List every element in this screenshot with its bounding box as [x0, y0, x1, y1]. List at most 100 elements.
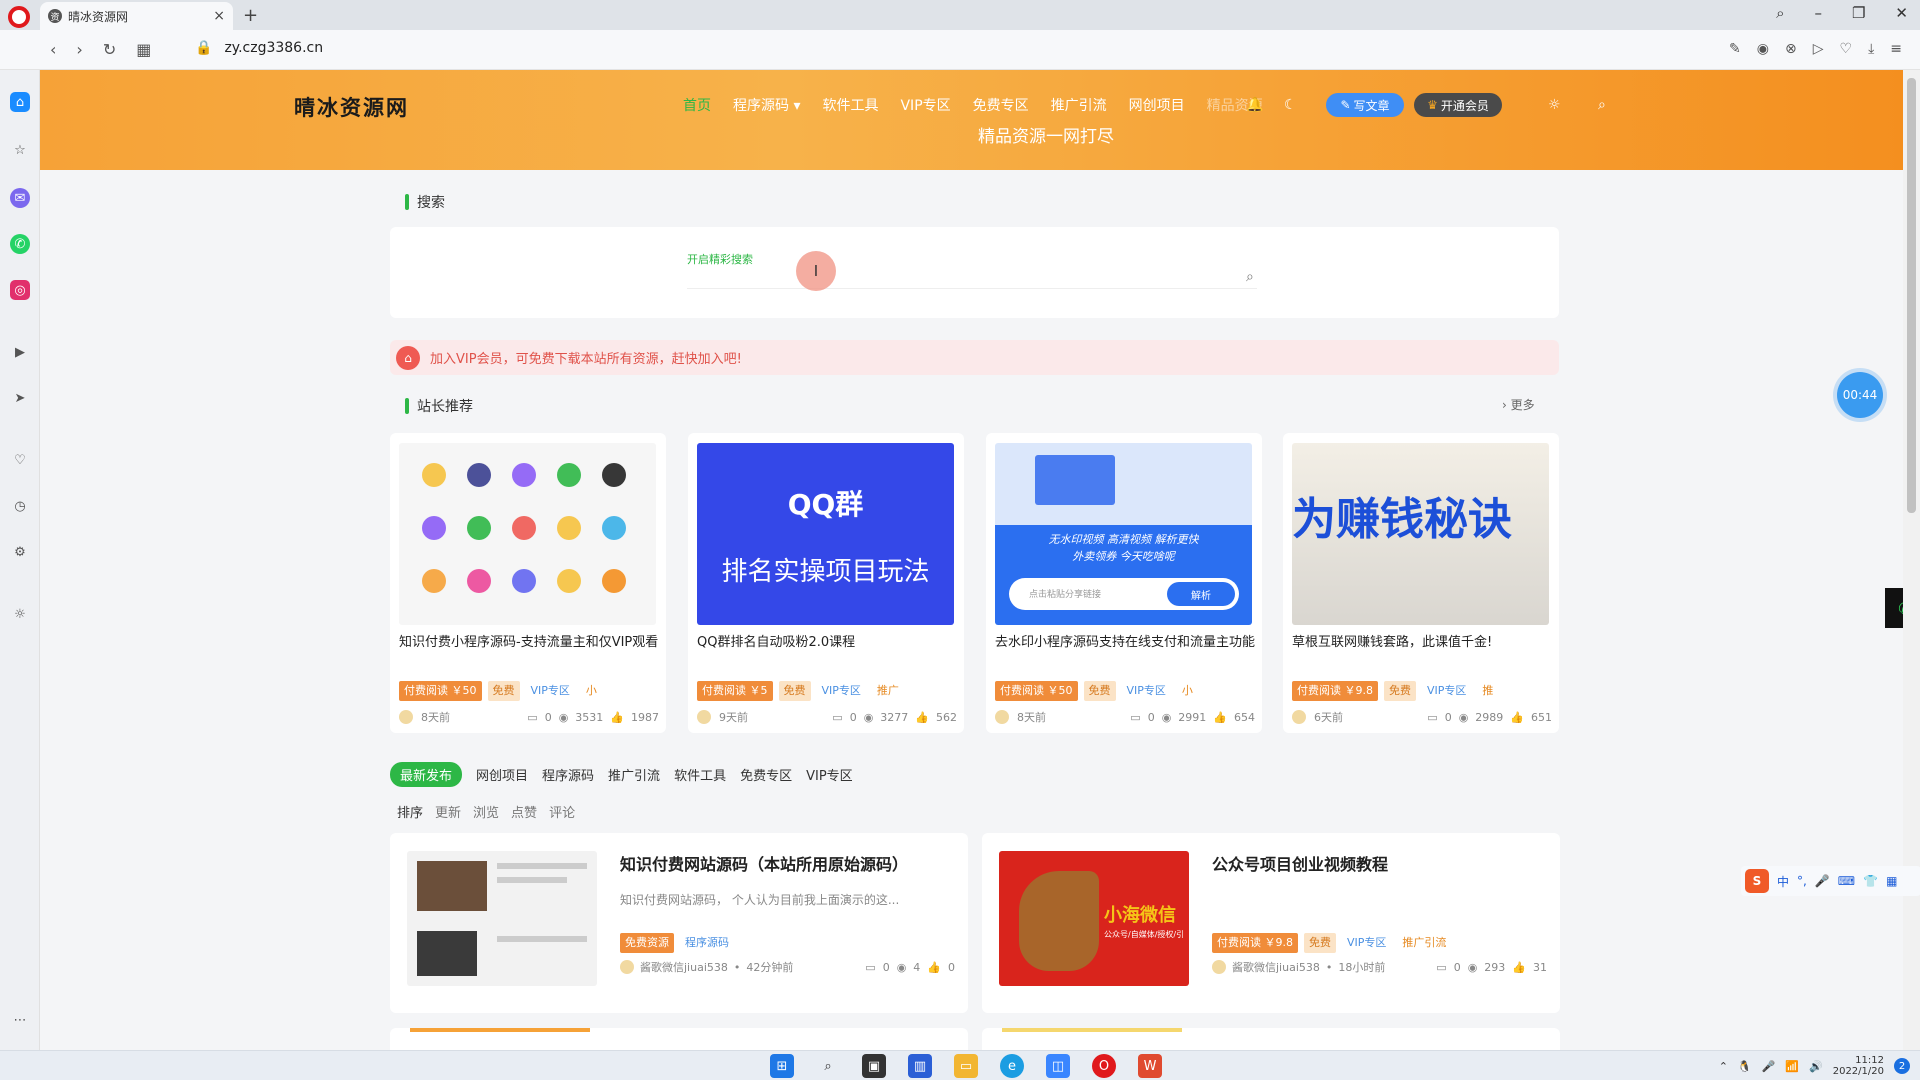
tab-source[interactable]: 程序源码: [542, 765, 594, 784]
category-tag[interactable]: 推: [1477, 681, 1499, 701]
card-title[interactable]: QQ群排名自动吸粉2.0课程: [697, 633, 957, 653]
edit-icon[interactable]: ✎: [1729, 41, 1741, 57]
sogou-ime-icon[interactable]: S: [1745, 869, 1769, 893]
tab-vip[interactable]: VIP专区: [806, 765, 853, 784]
list-title[interactable]: 知识付费网站源码（本站所用原始源码）: [620, 851, 908, 875]
messenger-icon[interactable]: ✉: [10, 188, 30, 208]
vip-tag[interactable]: VIP专区: [1422, 681, 1472, 701]
opera-logo-icon[interactable]: [8, 6, 30, 28]
card-title[interactable]: 知识付费小程序源码-支持流量主和仅VIP观看: [399, 633, 659, 653]
recommend-card[interactable]: 无水印视频 高清视频 解析更快 外卖领券 今天吃啥呢 点击粘贴分享链接 解析 去…: [986, 433, 1262, 733]
recommend-card[interactable]: 为赚钱秘诀 草根互联网赚钱套路，此课值千金! 付费阅读 ￥9.8 免费 VIP专…: [1283, 433, 1559, 733]
nav-free[interactable]: 免费专区: [973, 95, 1029, 115]
whatsapp-icon[interactable]: ✆: [10, 234, 30, 254]
bell-icon[interactable]: 🔔: [1246, 97, 1263, 113]
recording-timer[interactable]: 00:44: [1837, 372, 1883, 418]
moon-icon[interactable]: ☾: [1284, 97, 1297, 113]
list-item-peek[interactable]: [390, 1028, 968, 1050]
free-tag[interactable]: 免费: [778, 681, 811, 701]
widgets-icon[interactable]: ▥: [908, 1054, 932, 1078]
send-sidebar-icon[interactable]: ➤: [10, 388, 30, 408]
avatar[interactable]: [399, 710, 413, 724]
tab-projects[interactable]: 网创项目: [476, 765, 528, 784]
list-item[interactable]: 知识付费网站源码（本站所用原始源码） 知识付费网站源码， 个人认为目前我上面演示…: [390, 833, 968, 1013]
free-tag[interactable]: 免费: [1304, 933, 1336, 953]
tray-mic-icon[interactable]: 🎤: [1762, 1060, 1776, 1073]
paid-tag[interactable]: 付费阅读 ￥5: [697, 681, 773, 701]
wifi-icon[interactable]: 📶: [1785, 1060, 1799, 1073]
source-tag[interactable]: 程序源码: [680, 933, 734, 953]
browser-search-icon[interactable]: ⌕: [1776, 4, 1784, 22]
paid-tag[interactable]: 付费阅读 ￥50: [995, 681, 1078, 701]
url-field[interactable]: 🔒 zy.czg3386.cn: [195, 40, 323, 56]
wechat-float-icon[interactable]: ✆: [1885, 588, 1903, 628]
forward-icon[interactable]: ›: [76, 40, 82, 59]
tray-qq-icon[interactable]: 🐧: [1738, 1060, 1752, 1073]
nav-source[interactable]: 程序源码 ▾: [733, 95, 800, 115]
nav-vip[interactable]: VIP专区: [900, 95, 950, 115]
sort-likes[interactable]: 点赞: [511, 802, 537, 821]
edge-icon[interactable]: e: [1000, 1054, 1024, 1078]
restore-icon[interactable]: ❐: [1852, 4, 1865, 22]
tab-free[interactable]: 免费专区: [740, 765, 792, 784]
new-tab-button[interactable]: +: [243, 5, 258, 26]
heart-icon[interactable]: ♡: [1840, 41, 1853, 57]
tab-close-icon[interactable]: ×: [213, 8, 225, 24]
store-icon[interactable]: ◫: [1046, 1054, 1070, 1078]
avatar[interactable]: [1292, 710, 1306, 724]
recommend-card[interactable]: 知识付费小程序源码-支持流量主和仅VIP观看 付费阅读 ￥50 免费 VIP专区…: [390, 433, 666, 733]
send-icon[interactable]: ▷: [1813, 41, 1824, 57]
settings-icon[interactable]: ⚙: [10, 542, 30, 562]
free-tag[interactable]: 免费: [1083, 681, 1116, 701]
download-icon[interactable]: ⤓: [1868, 41, 1874, 57]
header-search-icon[interactable]: ⌕: [1598, 97, 1606, 113]
tab-tools[interactable]: 软件工具: [674, 765, 726, 784]
paid-tag[interactable]: 付费阅读 ￥9.8: [1212, 933, 1298, 953]
notification-badge[interactable]: 2: [1894, 1058, 1910, 1074]
search-icon[interactable]: ⌕: [1246, 269, 1254, 285]
vip-tag[interactable]: VIP专区: [1342, 933, 1392, 953]
sort-updated[interactable]: 更新: [435, 802, 461, 821]
mic-icon[interactable]: 🎤: [1815, 874, 1830, 888]
open-vip-button[interactable]: ♛ 开通会员: [1414, 93, 1502, 117]
minimize-icon[interactable]: –: [1814, 4, 1822, 22]
card-title[interactable]: 去水印小程序源码支持在线支付和流量主功能: [995, 633, 1255, 653]
nav-home[interactable]: 首页: [683, 95, 711, 115]
author[interactable]: 酱歌微信jiuai538: [640, 959, 728, 975]
idea-icon[interactable]: ☼: [1548, 97, 1561, 113]
star-icon[interactable]: ☆: [10, 140, 30, 160]
start-icon[interactable]: ⊞: [770, 1054, 794, 1078]
scrollbar-thumb[interactable]: [1907, 78, 1916, 513]
more-link[interactable]: › 更多: [1502, 396, 1535, 413]
avatar[interactable]: [620, 960, 634, 974]
search-taskbar-icon[interactable]: ⌕: [816, 1054, 840, 1078]
card-title[interactable]: 草根互联网赚钱套路，此课值千金!: [1292, 633, 1552, 653]
vip-tag[interactable]: VIP专区: [816, 681, 866, 701]
sort-comments[interactable]: 评论: [549, 802, 575, 821]
category-tag[interactable]: 小: [580, 681, 602, 701]
menu-icon[interactable]: ≡: [1890, 41, 1902, 57]
block-icon[interactable]: ⊗: [1785, 41, 1797, 57]
avatar[interactable]: [1212, 960, 1226, 974]
keyboard-icon[interactable]: ⌨: [1838, 874, 1855, 888]
instagram-icon[interactable]: ◎: [10, 280, 30, 300]
file-explorer-icon[interactable]: ▭: [954, 1054, 978, 1078]
home-icon[interactable]: ⌂: [10, 92, 30, 112]
sort-views[interactable]: 浏览: [473, 802, 499, 821]
tab-latest[interactable]: 最新发布: [390, 762, 463, 787]
free-tag[interactable]: 免费: [487, 681, 520, 701]
avatar[interactable]: [995, 710, 1009, 724]
author[interactable]: 酱歌微信jiuai538: [1232, 959, 1320, 975]
close-window-icon[interactable]: ✕: [1895, 4, 1908, 22]
history-icon[interactable]: ◷: [10, 496, 30, 516]
vip-tag[interactable]: VIP专区: [525, 681, 575, 701]
opera-taskbar-icon[interactable]: O: [1092, 1054, 1116, 1078]
paid-tag[interactable]: 付费阅读 ￥9.8: [1292, 681, 1378, 701]
player-icon[interactable]: ▶: [10, 342, 30, 362]
skin-icon[interactable]: 👕: [1863, 874, 1878, 888]
more-icon[interactable]: ⋯: [10, 1010, 30, 1030]
list-title[interactable]: 公众号项目创业视频教程: [1212, 851, 1388, 875]
toolbox-icon[interactable]: ▦: [1886, 874, 1897, 888]
wps-icon[interactable]: W: [1138, 1054, 1162, 1078]
clock[interactable]: 11:12 2022/1/20: [1833, 1055, 1884, 1077]
